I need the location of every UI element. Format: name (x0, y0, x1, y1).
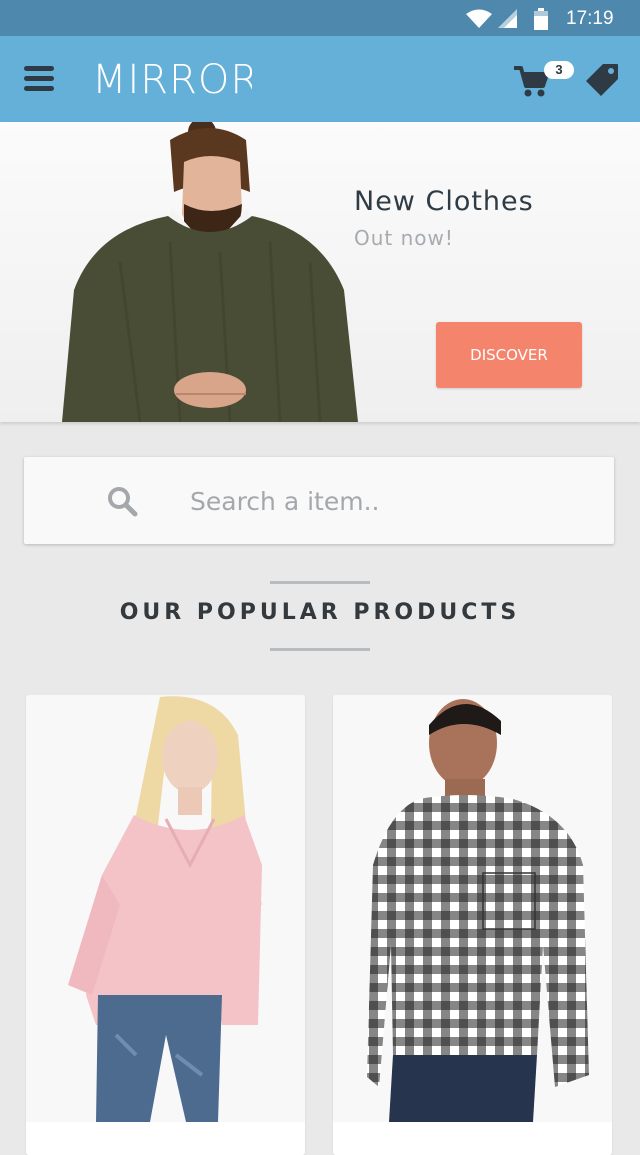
search-bar[interactable] (24, 457, 614, 544)
cart-button[interactable]: 3 (514, 60, 574, 100)
status-bar: 17:19 (0, 0, 640, 36)
app-bar: MIRROR 3 (0, 36, 640, 122)
product-card-footer (26, 1122, 305, 1155)
cart-count-badge: 3 (544, 61, 574, 79)
app-logo: MIRROR (92, 58, 252, 102)
hero-title: New Clothes (354, 186, 534, 217)
section-divider-bottom (270, 648, 370, 651)
hero-subtitle: Out now! (354, 226, 454, 250)
tag-button[interactable] (584, 62, 620, 98)
wifi-icon (466, 9, 492, 28)
status-time: 17:19 (566, 8, 614, 29)
section-title: OUR POPULAR PRODUCTS (119, 600, 521, 625)
tag-icon (586, 64, 618, 96)
menu-icon[interactable] (24, 65, 56, 93)
search-input[interactable] (188, 477, 592, 525)
search-icon (108, 487, 138, 517)
signal-icon (498, 9, 517, 28)
hero-banner: New Clothes Out now! DISCOVER (0, 122, 640, 422)
discover-button[interactable]: DISCOVER (436, 322, 582, 388)
section-divider-top (270, 581, 370, 584)
product-card-plaid-shirt[interactable] (333, 695, 612, 1155)
product-image-plaid-shirt (333, 695, 612, 1122)
product-card-pink-blouse[interactable] (26, 695, 305, 1155)
battery-icon (534, 8, 548, 30)
hero-model-image (62, 122, 358, 422)
product-card-footer (333, 1122, 612, 1155)
product-image-pink-blouse (26, 695, 305, 1122)
